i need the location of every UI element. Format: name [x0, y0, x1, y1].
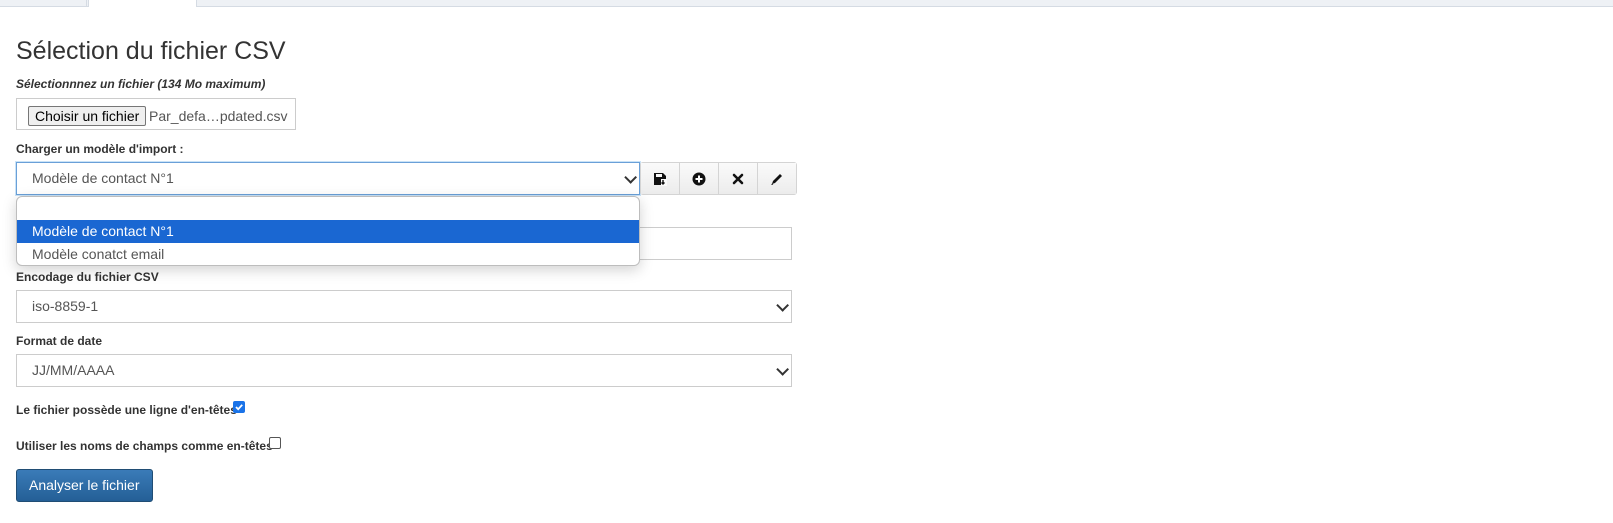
page-title: Sélection du fichier CSV [16, 37, 286, 65]
field-names-label: Utiliser les noms de champs comme en-têt… [16, 439, 273, 453]
field-names-option: Utiliser les noms de champs comme en-têt… [16, 439, 273, 453]
date-format-label: Format de date [16, 334, 103, 348]
header-row-option: Le fichier possède une ligne d'en-têtes [16, 403, 237, 417]
analyze-file-button[interactable]: Analyser le fichier [16, 469, 153, 502]
edit-model-button[interactable] [758, 163, 796, 194]
date-format-select-value: JJ/MM/AAAA [32, 362, 115, 378]
model-select[interactable]: Modèle de contact N°1 [16, 162, 640, 195]
choose-file-button[interactable]: Choisir un fichier [28, 106, 147, 126]
tab-strip [0, 0, 1613, 7]
tab-previous[interactable] [0, 0, 87, 6]
delete-icon [732, 173, 744, 184]
model-select-value: Modèle de contact N°1 [32, 170, 174, 186]
file-name: Par_defa…pdated.csv [149, 108, 288, 124]
model-option-contact[interactable]: Modèle de contact N°1 [17, 220, 639, 243]
obscured-field[interactable] [620, 227, 792, 260]
model-label: Charger un modèle d'import : [16, 142, 184, 156]
field-names-checkbox[interactable] [269, 437, 281, 449]
tab-active[interactable] [88, 0, 197, 7]
chevron-down-icon [776, 363, 789, 376]
model-option-empty[interactable] [17, 197, 639, 220]
edit-icon [771, 173, 782, 185]
add-model-button[interactable] [680, 163, 719, 194]
chevron-down-icon [624, 171, 637, 184]
model-dropdown: Modèle de contact N°1 Modèle conatct ema… [16, 196, 640, 266]
file-input[interactable]: Choisir un fichier Par_defa…pdated.csv [16, 98, 296, 130]
check-icon [235, 404, 243, 411]
encoding-select-value: iso-8859-1 [32, 298, 99, 314]
chevron-down-icon [776, 299, 789, 312]
file-label: Sélectionnnez un fichier (134 Mo maximum… [16, 77, 266, 91]
date-format-select[interactable]: JJ/MM/AAAA [16, 354, 792, 387]
header-row-checkbox[interactable] [233, 401, 245, 413]
delete-model-button[interactable] [719, 163, 758, 194]
save-icon [654, 172, 667, 186]
encoding-select[interactable]: iso-8859-1 [16, 290, 792, 323]
add-icon [692, 172, 706, 185]
header-row-label: Le fichier possède une ligne d'en-têtes [16, 403, 237, 417]
model-option-email[interactable]: Modèle conatct email [17, 243, 639, 265]
model-actions [640, 162, 797, 195]
encoding-label: Encodage du fichier CSV [16, 270, 159, 284]
save-model-button[interactable] [641, 163, 680, 194]
